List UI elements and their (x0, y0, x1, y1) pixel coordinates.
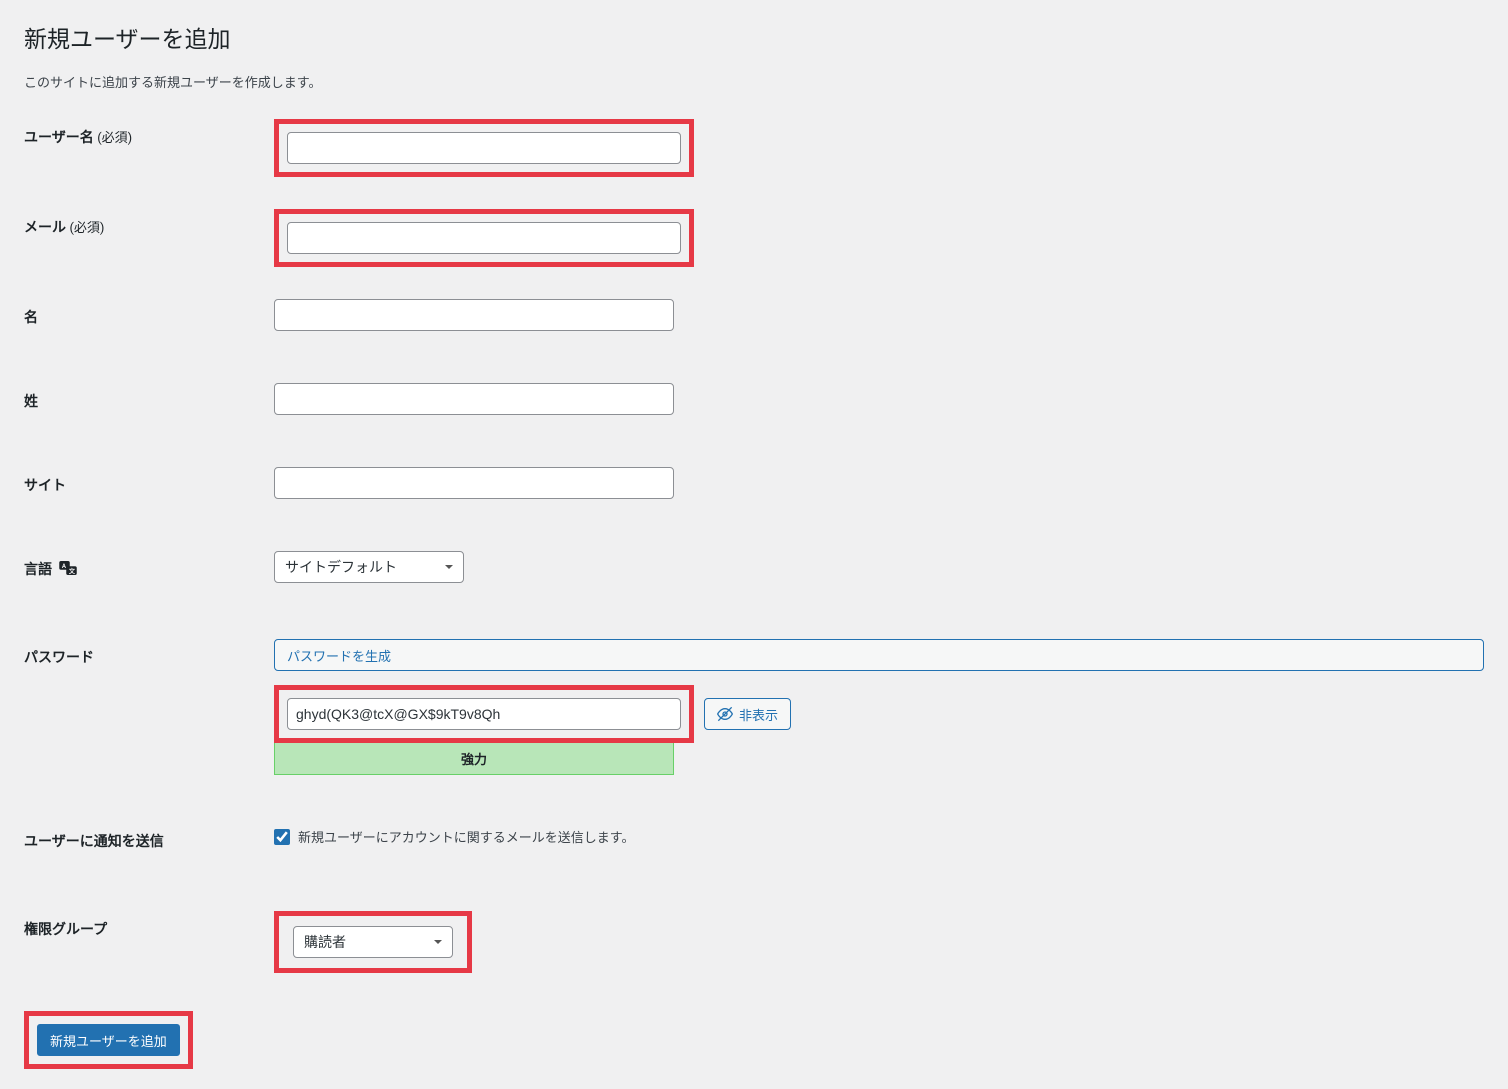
add-user-button[interactable]: 新規ユーザーを追加 (37, 1024, 180, 1056)
language-label: 言語 A文 (24, 551, 274, 579)
password-highlight (274, 685, 694, 743)
send-notification-checkbox-label[interactable]: 新規ユーザーにアカウントに関するメールを送信します。 (298, 827, 634, 846)
hide-password-button[interactable]: 非表示 (704, 698, 791, 730)
role-select[interactable]: 購読者 (293, 926, 453, 958)
email-label: メール (必須) (24, 209, 274, 237)
password-strength-indicator: 強力 (274, 743, 674, 775)
page-title: 新規ユーザーを追加 (24, 20, 1484, 54)
role-highlight: 購読者 (274, 911, 472, 973)
page-description: このサイトに追加する新規ユーザーを作成します。 (24, 72, 1484, 91)
role-label: 権限グループ (24, 911, 274, 939)
eye-slash-icon (717, 706, 733, 722)
email-input[interactable] (287, 222, 681, 254)
website-label: サイト (24, 467, 274, 495)
translate-icon: A文 (59, 561, 77, 579)
language-select[interactable]: サイトデフォルト (274, 551, 464, 583)
last-name-input[interactable] (274, 383, 674, 415)
password-input[interactable] (287, 698, 681, 730)
add-user-form: ユーザー名 (必須) メール (必須) 名 姓 (24, 119, 1484, 973)
send-notification-label: ユーザーに通知を送信 (24, 823, 274, 851)
username-highlight (274, 119, 694, 177)
send-notification-checkbox[interactable] (274, 829, 290, 845)
svg-text:文: 文 (69, 568, 76, 576)
email-highlight (274, 209, 694, 267)
username-input[interactable] (287, 132, 681, 164)
website-input[interactable] (274, 467, 674, 499)
generate-password-button[interactable]: パスワードを生成 (274, 639, 1484, 671)
username-label: ユーザー名 (必須) (24, 119, 274, 147)
submit-highlight: 新規ユーザーを追加 (24, 1011, 193, 1069)
first-name-label: 名 (24, 299, 274, 327)
password-label: パスワード (24, 639, 274, 667)
last-name-label: 姓 (24, 383, 274, 411)
first-name-input[interactable] (274, 299, 674, 331)
